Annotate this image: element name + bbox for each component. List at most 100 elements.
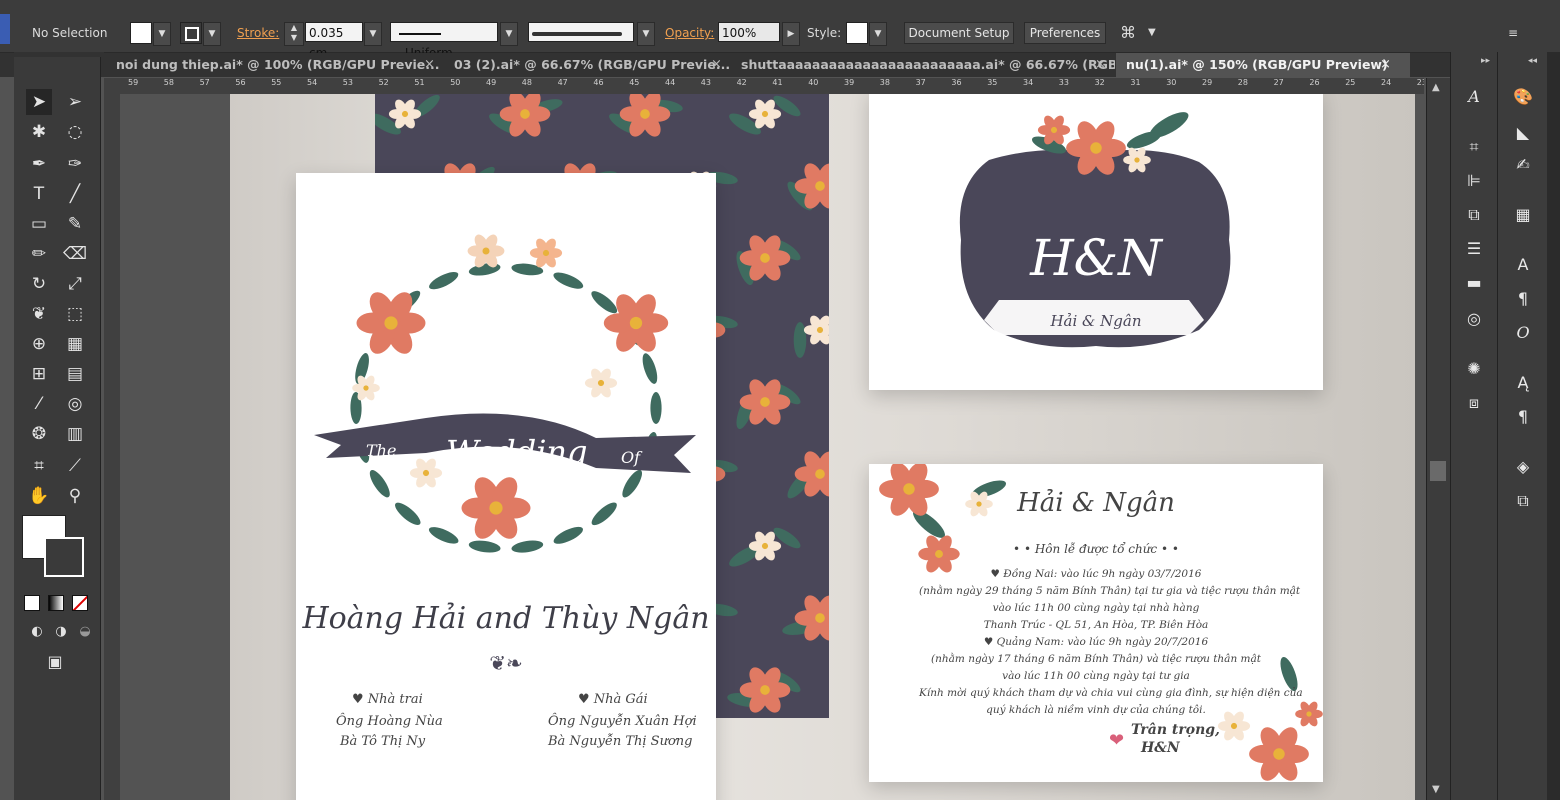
scroll-thumb[interactable] bbox=[1430, 461, 1446, 481]
details-line: Thanh Trúc - QL 51, An Hòa, TP. Biên Hòa bbox=[983, 619, 1209, 631]
hand-icon[interactable]: ✋ bbox=[26, 483, 52, 509]
transparency-icon[interactable]: ◎ bbox=[1460, 306, 1488, 332]
document-setup-button[interactable]: Document Setup bbox=[904, 22, 1014, 44]
swatches-icon[interactable]: ▦ bbox=[1509, 202, 1537, 228]
stroke-weight-field[interactable]: 0.035 cm bbox=[305, 22, 363, 60]
stroke-weight-stepper[interactable]: ▲ ▼ bbox=[284, 22, 304, 46]
brushes-icon[interactable]: ✍ bbox=[1509, 152, 1537, 178]
stroke-color-box[interactable] bbox=[44, 537, 84, 577]
character-style-icon[interactable]: A bbox=[1509, 252, 1537, 278]
character-icon[interactable]: A bbox=[1460, 84, 1488, 110]
draw-inside-icon[interactable]: ◒ bbox=[72, 619, 98, 645]
align-icon[interactable]: ⊫ bbox=[1460, 168, 1488, 194]
symbol-sprayer-icon[interactable]: ❂ bbox=[26, 421, 52, 447]
curvature-icon[interactable]: ✑ bbox=[62, 151, 88, 177]
stroke-icon[interactable]: ☰ bbox=[1460, 236, 1488, 262]
zoom-icon[interactable]: ⚲ bbox=[62, 483, 88, 509]
eraser-icon[interactable]: ⌫ bbox=[62, 241, 88, 267]
mesh-icon[interactable]: ⊞ bbox=[26, 361, 52, 387]
screen-mode-icon[interactable]: ▣ bbox=[42, 649, 68, 675]
gradient-icon[interactable]: ▤ bbox=[62, 361, 88, 387]
blend-icon[interactable]: ◎ bbox=[62, 391, 88, 417]
paragraph-icon[interactable]: ¶ bbox=[1509, 286, 1537, 312]
ruler-number: 32 bbox=[1094, 78, 1105, 87]
type-icon[interactable]: T bbox=[26, 181, 52, 207]
canvas-area[interactable]: The Wedding Of Hoàng Hải and Thùy Ngân ❦… bbox=[120, 94, 1426, 800]
ruler-number: 45 bbox=[629, 78, 640, 87]
color-icon[interactable]: 🎨 bbox=[1509, 84, 1537, 110]
paragraph-styles-icon[interactable]: Ą bbox=[1509, 370, 1537, 396]
tab-shutta[interactable]: shuttaaaaaaaaaaaaaaaaaaaaaaaa.ai* @ 66.6… bbox=[733, 53, 1115, 77]
eyedropper-icon[interactable]: ⁄ bbox=[26, 391, 52, 417]
draw-behind-icon[interactable]: ◑ bbox=[48, 619, 74, 645]
style-swatch[interactable] bbox=[846, 22, 868, 44]
magic-wand-icon[interactable]: ✱ bbox=[26, 119, 52, 145]
color-guide-icon[interactable]: ◣ bbox=[1509, 120, 1537, 146]
tab-close-icon[interactable]: × bbox=[424, 53, 435, 77]
opacity-label-link[interactable]: Opacity: bbox=[665, 22, 714, 44]
preferences-button[interactable]: Preferences bbox=[1024, 22, 1106, 44]
fill-dropdown[interactable]: ▼ bbox=[153, 22, 171, 46]
style-dropdown[interactable]: ▼ bbox=[869, 22, 887, 46]
scale-icon[interactable]: ⤢ bbox=[62, 271, 88, 297]
rectangle-icon[interactable]: ▭ bbox=[26, 211, 52, 237]
vertical-scrollbar[interactable]: ▲ ▼ bbox=[1426, 78, 1451, 800]
variable-width-profile[interactable]: Uniform bbox=[390, 22, 498, 60]
tab-noi-dung-thiep[interactable]: noi dung thiep.ai* @ 100% (RGB/GPU Previ… bbox=[108, 53, 452, 77]
line-icon[interactable]: ╱ bbox=[62, 181, 88, 207]
tab-03-2[interactable]: 03 (2).ai* @ 66.67% (RGB/GPU Previe... bbox=[446, 53, 744, 77]
tab-close-icon[interactable]: × bbox=[1380, 53, 1391, 77]
brush-dropdown[interactable]: ▼ bbox=[637, 22, 655, 46]
style-label: Style: bbox=[807, 26, 842, 40]
tab-close-icon[interactable]: × bbox=[711, 53, 722, 77]
shape-builder-icon[interactable]: ⊕ bbox=[26, 331, 52, 357]
tab-nu1-active[interactable]: nu(1).ai* @ 150% (RGB/GPU Preview) bbox=[1116, 53, 1410, 77]
none-mode-icon[interactable] bbox=[72, 595, 88, 611]
char-styles-icon[interactable]: ¶ bbox=[1509, 404, 1537, 430]
stroke-weight-dropdown[interactable]: ▼ bbox=[364, 22, 382, 46]
graphic-styles-icon[interactable]: ⧈ bbox=[1460, 390, 1488, 416]
direct-selection-tool-icon[interactable]: ➢ bbox=[62, 89, 88, 115]
color-mode-icon[interactable] bbox=[24, 595, 40, 611]
slice-icon[interactable]: ⟋ bbox=[62, 453, 88, 479]
artboard-icon[interactable]: ⌗ bbox=[26, 453, 52, 479]
arrange-dropdown-icon[interactable]: ▼ bbox=[1148, 22, 1156, 44]
stroke-label-link[interactable]: Stroke: bbox=[237, 22, 279, 44]
ruler-number: 47 bbox=[557, 78, 568, 87]
free-transform-icon[interactable]: ⬚ bbox=[62, 301, 88, 327]
profile-dropdown[interactable]: ▼ bbox=[500, 22, 518, 46]
control-menu-icon[interactable]: ≡ bbox=[1508, 22, 1518, 44]
brush-definition[interactable] bbox=[528, 22, 634, 42]
opacity-field[interactable]: 100% bbox=[718, 22, 780, 42]
opacity-arrow[interactable]: ▶ bbox=[782, 22, 800, 46]
collapse-dock-icon[interactable]: ▸▸ bbox=[1481, 56, 1490, 66]
layers-icon[interactable]: ◈ bbox=[1509, 454, 1537, 480]
rotate-icon[interactable]: ↻ bbox=[26, 271, 52, 297]
opentype-icon[interactable]: O bbox=[1509, 320, 1537, 346]
draw-normal-icon[interactable]: ◐ bbox=[24, 619, 50, 645]
selection-tool-icon[interactable]: ➤ bbox=[26, 89, 52, 115]
warp-icon[interactable]: ❦ bbox=[26, 301, 52, 327]
stroke-dropdown[interactable]: ▼ bbox=[203, 22, 221, 46]
tab-close-icon[interactable]: × bbox=[1095, 53, 1106, 77]
scroll-up-icon[interactable]: ▲ bbox=[1432, 82, 1440, 93]
arrange-documents-icon[interactable]: ⌘ bbox=[1120, 22, 1136, 44]
graph-icon[interactable]: ▦ bbox=[62, 331, 88, 357]
pencil-icon[interactable]: ✏ bbox=[26, 241, 52, 267]
ruler-number: 23 bbox=[1416, 78, 1424, 87]
column-graph-icon[interactable]: ▥ bbox=[62, 421, 88, 447]
appearance-icon[interactable]: ✺ bbox=[1460, 356, 1488, 382]
gradient-panel-icon[interactable]: ▬ bbox=[1460, 270, 1488, 296]
collapse-dock-icon[interactable]: ◂◂ bbox=[1528, 56, 1537, 66]
pathfinder-icon[interactable]: ⧉ bbox=[1460, 202, 1488, 228]
scroll-down-icon[interactable]: ▼ bbox=[1432, 784, 1440, 795]
paintbrush-icon[interactable]: ✎ bbox=[62, 211, 88, 237]
transform-icon[interactable]: ⌗ bbox=[1460, 134, 1488, 160]
details-signature: H&N bbox=[1141, 740, 1180, 756]
pen-icon[interactable]: ✒ bbox=[26, 151, 52, 177]
gradient-mode-icon[interactable] bbox=[48, 595, 64, 611]
artboards-icon[interactable]: ⧉ bbox=[1509, 488, 1537, 514]
stroke-swatch[interactable] bbox=[180, 22, 202, 44]
fill-swatch[interactable] bbox=[130, 22, 152, 44]
lasso-icon[interactable]: ◌ bbox=[62, 119, 88, 145]
